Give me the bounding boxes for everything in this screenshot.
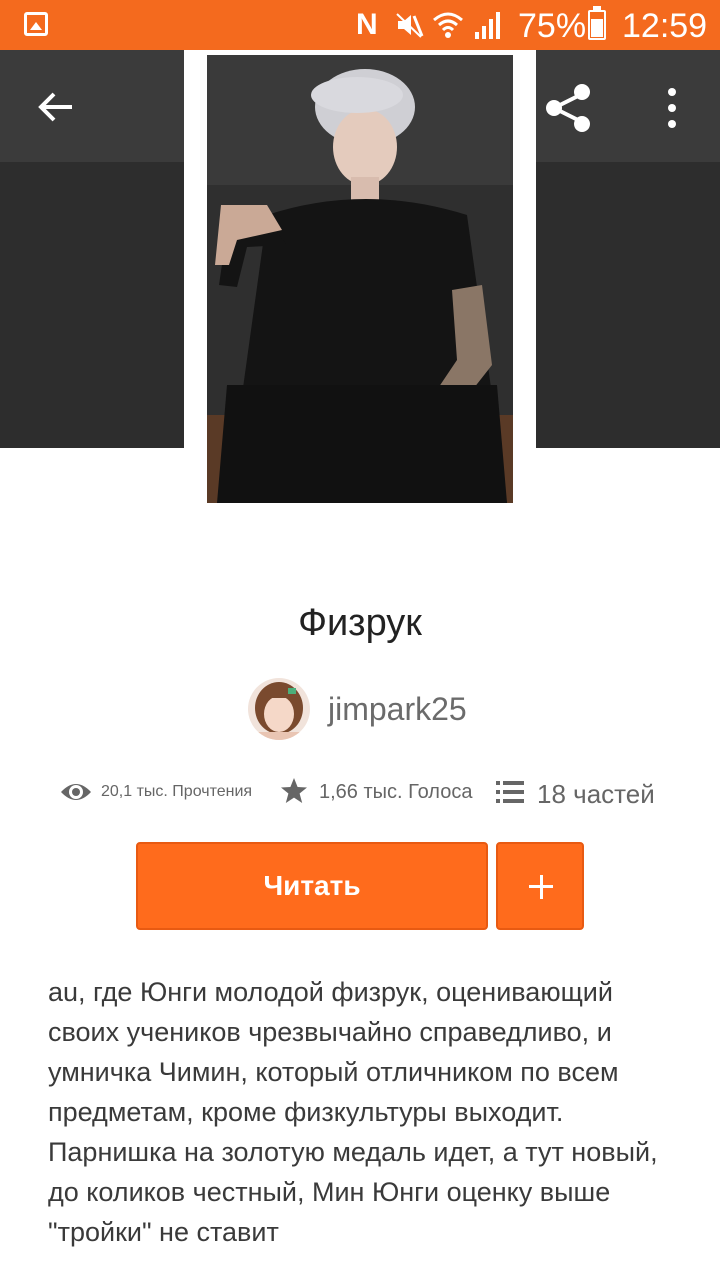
story-details-screen: N 75% 12:59 Физрук jimpark25 20,1 тыс. П… — [0, 0, 720, 1280]
story-cover-image — [207, 55, 513, 503]
share-icon[interactable] — [540, 80, 596, 136]
nfc-icon: N — [356, 8, 378, 41]
author-avatar[interactable] — [248, 678, 310, 740]
status-bar: N 75% 12:59 — [0, 0, 720, 50]
mute-icon — [396, 13, 424, 38]
story-title: Физрук — [298, 602, 422, 644]
add-to-library-button[interactable] — [496, 842, 584, 930]
reads-count: 20,1 тыс. Прочтения — [101, 783, 253, 800]
star-icon — [281, 778, 307, 803]
wifi-icon — [433, 12, 463, 38]
author-username[interactable]: jimpark25 — [328, 688, 467, 730]
status-clock: 12:59 — [622, 7, 708, 45]
battery-percent: 75% — [518, 7, 587, 45]
signal-icon — [475, 12, 500, 39]
read-button[interactable]: Читать — [136, 842, 488, 930]
more-vert-icon[interactable] — [660, 84, 684, 132]
votes-count: 1,66 тыс. Голоса — [319, 781, 473, 803]
story-description: au, где Юнги молодой физрук, оценивающий… — [48, 977, 658, 1247]
parts-count: 18 частей — [537, 779, 655, 809]
eye-icon — [61, 784, 91, 800]
gallery-notification-icon — [24, 12, 48, 36]
list-icon — [496, 781, 524, 803]
arrow-back-icon[interactable] — [32, 82, 82, 132]
battery-icon — [588, 6, 606, 40]
